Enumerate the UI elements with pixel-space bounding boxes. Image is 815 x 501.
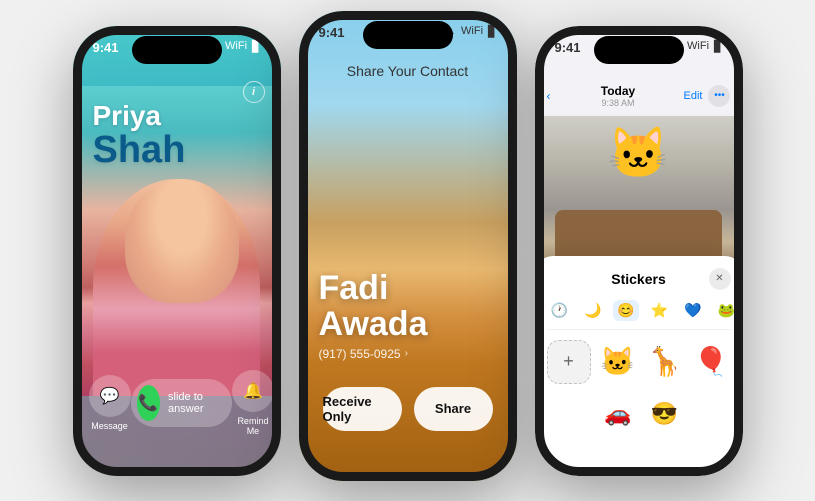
sticker-tab-blue[interactable]: 💙: [680, 300, 705, 321]
call-actions: 💬 Message 📞 slide to answer 🔔 Remind Me: [73, 370, 281, 436]
status-icons-2: ▲ WiFi ▊: [445, 25, 496, 38]
sticker-car[interactable]: 🚗: [599, 392, 638, 436]
sticker-giraffe[interactable]: 🦒: [645, 340, 684, 384]
phone-share-contact: 9:41 ▲ WiFi ▊ Share Your Contact Fadi Aw…: [299, 11, 517, 481]
slide-text: slide to answer: [168, 391, 216, 415]
caller-first-name: Priya: [93, 101, 261, 132]
remind-action[interactable]: 🔔 Remind Me: [232, 370, 274, 436]
stickers-title: Stickers: [569, 271, 709, 287]
phone-incoming-call: 9:41 ▲ WiFi ▊ Priya Shah i 💬 Message 📞 s…: [73, 26, 281, 476]
remind-circle: 🔔: [232, 370, 274, 412]
sticker-balloon[interactable]: 🎈: [692, 340, 731, 384]
share-header: Share Your Contact: [299, 63, 517, 79]
time-1: 9:41: [93, 40, 119, 55]
contact-first-name: Fadi: [319, 269, 389, 307]
sticker-tab-star[interactable]: ⭐: [647, 300, 672, 321]
chevron-left-icon: ‹: [547, 89, 551, 103]
stickers-grid: + 🐱 🦒 🎈 🚗 😎: [547, 340, 731, 436]
sticker-tab-recent[interactable]: 🕐: [547, 300, 572, 321]
contact-info: Fadi Awada (917) 555-0925 ›: [299, 271, 517, 360]
dynamic-island-1: [132, 36, 222, 64]
receive-only-button[interactable]: Receive Only: [323, 387, 402, 431]
battery-icon-2: ▊: [488, 25, 496, 38]
slide-to-answer[interactable]: 📞 slide to answer: [131, 379, 232, 427]
remind-label: Remind Me: [232, 416, 274, 436]
cat-photo: [535, 114, 743, 274]
phone-messages: 9:41 ▲ WiFi ▊ ‹ Today 9:38 AM Edit •••: [535, 26, 743, 476]
time-3: 9:41: [555, 40, 581, 55]
nav-date: Today: [601, 84, 635, 98]
edit-button[interactable]: Edit: [684, 90, 703, 102]
wifi-icon-3: WiFi: [687, 40, 709, 52]
contact-phone: (917) 555-0925 ›: [319, 347, 497, 361]
answer-circle: 📞: [137, 385, 161, 421]
sticker-tab-moon[interactable]: 🌙: [580, 300, 605, 321]
nav-title: Today 9:38 AM: [601, 84, 635, 108]
phone-number: (917) 555-0925: [319, 347, 401, 361]
battery-icon-3: ▊: [714, 40, 722, 53]
message-action[interactable]: 💬 Message: [89, 375, 131, 431]
share-button[interactable]: Share: [414, 387, 493, 431]
stickers-panel: Stickers ✕ 🕐 🌙 😊 ⭐ 💙 🐸 🤖 + 🐱 🦒 🎈: [535, 256, 743, 476]
wifi-icon-1: WiFi: [225, 40, 247, 52]
dynamic-island-2: [363, 21, 453, 49]
wifi-icon-2: WiFi: [461, 25, 483, 37]
phone-arrow-icon: ›: [405, 348, 408, 359]
sticker-cat[interactable]: 🐱: [599, 340, 638, 384]
stickers-header: Stickers ✕: [547, 268, 731, 290]
caller-last-name: Shah: [93, 131, 261, 169]
sticker-sunglasses[interactable]: 😎: [645, 392, 684, 436]
more-button[interactable]: •••: [708, 85, 730, 107]
stickers-tabs: 🕐 🌙 😊 ⭐ 💙 🐸 🤖: [547, 300, 731, 330]
nav-time: 9:38 AM: [601, 98, 635, 108]
nav-actions: Edit •••: [684, 85, 731, 107]
dynamic-island-3: [594, 36, 684, 64]
battery-icon-1: ▊: [252, 40, 260, 53]
message-label: Message: [91, 421, 128, 431]
share-buttons: Receive Only Share: [299, 387, 517, 431]
messages-nav: ‹ Today 9:38 AM Edit •••: [535, 84, 743, 108]
add-sticker-button[interactable]: +: [547, 340, 591, 384]
time-2: 9:41: [319, 25, 345, 40]
contact-name-text: Fadi Awada: [319, 271, 497, 342]
sticker-tab-frog[interactable]: 🐸: [714, 300, 739, 321]
info-icon[interactable]: i: [243, 81, 265, 103]
contact-last-name: Awada: [319, 305, 428, 343]
sticker-tab-emoji[interactable]: 😊: [613, 300, 638, 321]
message-content: Stickers ✕ 🕐 🌙 😊 ⭐ 💙 🐸 🤖 + 🐱 🦒 🎈: [535, 114, 743, 476]
message-circle: 💬: [89, 375, 131, 417]
nav-back[interactable]: ‹: [547, 89, 553, 103]
close-stickers-button[interactable]: ✕: [709, 268, 731, 290]
